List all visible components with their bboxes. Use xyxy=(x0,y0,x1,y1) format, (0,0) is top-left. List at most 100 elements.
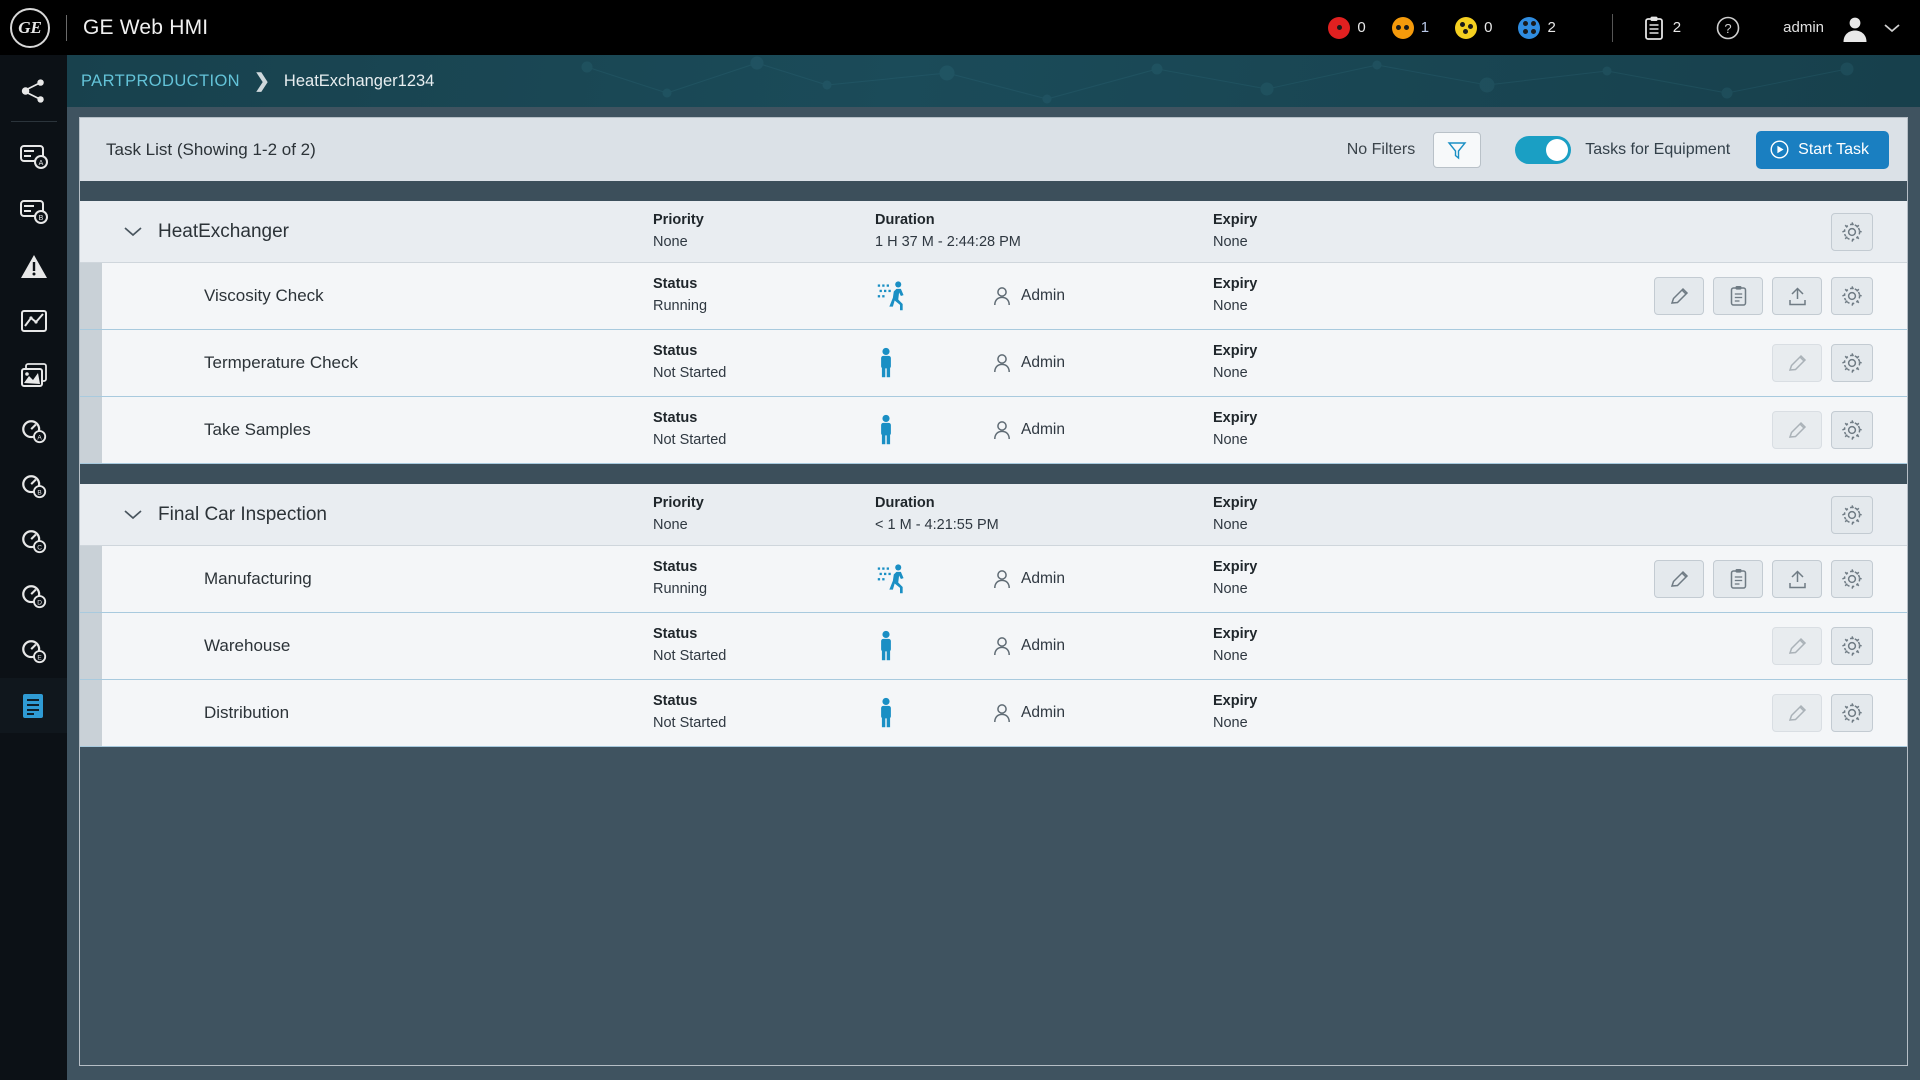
alarm-high-icon-item[interactable]: 1 xyxy=(1391,16,1430,39)
expiry-value: None xyxy=(1213,298,1248,314)
task-expiry-column: Expiry None xyxy=(1213,341,1257,385)
alarm-critical-icon-item[interactable]: 0 xyxy=(1328,16,1366,39)
task-row[interactable]: Viscosity Check Status Running Admin Expiry N… xyxy=(80,263,1907,330)
task-expiry-column: Expiry None xyxy=(1213,557,1257,601)
start-task-button[interactable]: Start Task xyxy=(1756,130,1889,169)
sidebar-item-gauge-a[interactable]: A xyxy=(0,403,67,458)
gauge-c-icon: C xyxy=(20,527,48,555)
running-person-icon xyxy=(875,563,909,595)
alarm-low-icon-item[interactable]: 2 xyxy=(1518,16,1556,39)
pencil-icon xyxy=(1787,353,1808,374)
alarm-medium-icon-item[interactable]: 0 xyxy=(1455,16,1492,39)
upload-button[interactable] xyxy=(1772,277,1822,315)
task-expiry-column: Expiry None xyxy=(1213,691,1257,735)
task-row[interactable]: Take Samples Status Not Started Admin Expiry… xyxy=(80,397,1907,464)
svg-text:B: B xyxy=(37,489,41,496)
task-row[interactable]: Distribution Status Not Started Admin Expiry… xyxy=(80,680,1907,747)
chevron-down-icon[interactable] xyxy=(124,509,142,520)
sidebar-item-gauge-c[interactable]: C xyxy=(0,513,67,568)
left-sidebar: A B A B C D E xyxy=(0,55,67,1080)
task-actions xyxy=(1654,560,1873,598)
clipboard-tasks-button[interactable]: 2 xyxy=(1643,16,1681,40)
checklist-button[interactable] xyxy=(1713,277,1763,315)
task-list-title: Task List (Showing 1-2 of 2) xyxy=(106,139,316,159)
task-expiry-column: Expiry None xyxy=(1213,408,1257,452)
svg-text:B: B xyxy=(38,215,43,222)
gear-icon xyxy=(1841,352,1863,374)
sidebar-item-images[interactable] xyxy=(0,348,67,403)
status-label: Status xyxy=(653,559,698,576)
priority-value: None xyxy=(653,233,688,250)
pencil-icon xyxy=(1669,569,1690,590)
settings-button[interactable] xyxy=(1831,694,1873,732)
header-separator xyxy=(1611,13,1613,42)
settings-button[interactable] xyxy=(1831,277,1873,315)
task-expiry-column: Expiry None xyxy=(1213,624,1257,668)
svg-text:A: A xyxy=(38,160,43,167)
group-name: Final Car Inspection xyxy=(158,503,327,525)
sidebar-item-trend[interactable] xyxy=(0,293,67,348)
checklist-button[interactable] xyxy=(1713,560,1763,598)
task-row[interactable]: Warehouse Status Not Started Admin Expiry Non… xyxy=(80,613,1907,680)
group-settings-button[interactable] xyxy=(1831,212,1873,251)
settings-button[interactable] xyxy=(1831,411,1873,449)
list-b-icon: B xyxy=(19,196,49,226)
share-network-icon xyxy=(19,76,49,106)
status-value: Running xyxy=(653,298,708,314)
task-actions xyxy=(1772,627,1873,665)
sidebar-item-share[interactable] xyxy=(0,63,67,118)
settings-button[interactable] xyxy=(1831,627,1873,665)
task-owner: Admin xyxy=(993,353,1065,374)
person-icon xyxy=(993,703,1012,724)
edit-button[interactable] xyxy=(1654,277,1704,315)
alarm-indicator-group: 0 1 0 2 xyxy=(1328,16,1556,39)
filter-button[interactable] xyxy=(1433,131,1482,168)
task-row[interactable]: Manufacturing Status Running Admin Expiry Non… xyxy=(80,546,1907,613)
upload-button[interactable] xyxy=(1772,560,1822,598)
sidebar-item-alarms[interactable] xyxy=(0,238,67,293)
alarm-low-icon-count: 2 xyxy=(1547,19,1556,36)
breadcrumb-root-link[interactable]: PARTPRODUCTION xyxy=(81,72,240,91)
image-stack-icon xyxy=(20,362,48,390)
svg-text:A: A xyxy=(37,434,42,441)
gear-icon xyxy=(1841,568,1863,590)
group-settings-button[interactable] xyxy=(1831,495,1873,534)
sidebar-item-list-a[interactable]: A xyxy=(0,128,67,183)
user-avatar-icon[interactable] xyxy=(1840,13,1870,43)
expiry-label: Expiry xyxy=(1213,276,1258,293)
alarm-high-icon-count: 1 xyxy=(1420,19,1430,36)
sidebar-item-list-b[interactable]: B xyxy=(0,183,67,238)
group-header[interactable]: Final Car Inspection Priority None Duration… xyxy=(80,484,1907,546)
gear-icon xyxy=(1841,419,1863,441)
chevron-down-icon[interactable] xyxy=(124,226,142,237)
sidebar-item-gauge-d[interactable]: D xyxy=(0,568,67,623)
status-label: Status xyxy=(653,276,698,293)
help-circle-icon[interactable]: ? xyxy=(1715,15,1741,41)
sidebar-item-gauge-e[interactable]: E xyxy=(0,623,67,678)
person-icon xyxy=(993,420,1012,441)
settings-button[interactable] xyxy=(1831,344,1873,382)
group-header[interactable]: HeatExchanger Priority None Duration 1 H 37 … xyxy=(80,201,1907,263)
pencil-icon xyxy=(1787,420,1808,441)
settings-button[interactable] xyxy=(1831,560,1873,598)
tasks-for-equipment-toggle[interactable] xyxy=(1515,135,1572,164)
start-task-label: Start Task xyxy=(1798,140,1869,158)
main-content: Task List (Showing 1-2 of 2) No Filters … xyxy=(67,107,1920,1080)
row-accent-bar xyxy=(80,680,102,746)
task-list-toolbar: Task List (Showing 1-2 of 2) No Filters … xyxy=(80,118,1907,181)
task-name: Distribution xyxy=(204,703,290,722)
group-priority-column: Priority None xyxy=(653,210,704,254)
priority-label: Priority xyxy=(653,494,704,511)
toggle-knob xyxy=(1546,138,1569,161)
duration-value: < 1 M - 4:21:55 PM xyxy=(875,516,999,533)
sidebar-item-tasks[interactable] xyxy=(0,678,67,733)
sidebar-item-gauge-b[interactable]: B xyxy=(0,458,67,513)
breadcrumb: PARTPRODUCTION ❯ HeatExchanger1234 xyxy=(67,55,1920,107)
user-menu-chevron-down-icon[interactable] xyxy=(1884,23,1900,33)
expiry-value: None xyxy=(1213,365,1248,381)
gauge-e-icon: E xyxy=(20,637,48,665)
task-owner: Admin xyxy=(993,569,1065,590)
edit-button[interactable] xyxy=(1654,560,1704,598)
task-row[interactable]: Termperature Check Status Not Started Admin… xyxy=(80,330,1907,397)
row-accent-bar xyxy=(80,330,102,396)
